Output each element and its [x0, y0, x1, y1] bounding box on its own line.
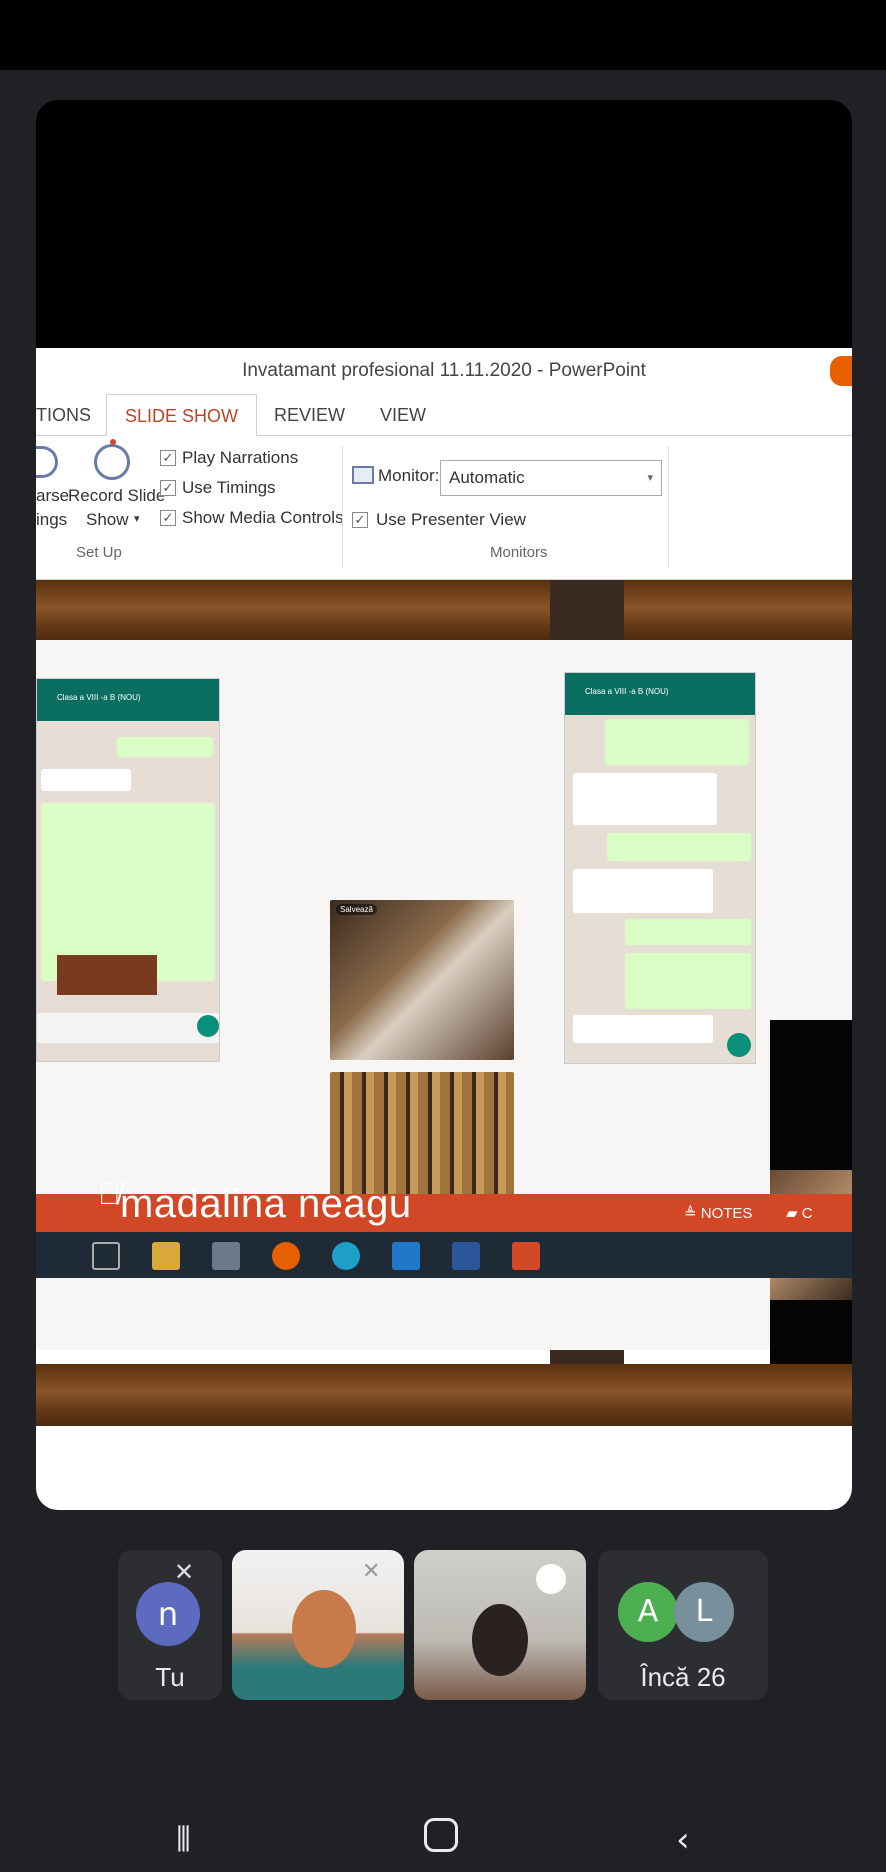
file-explorer-icon[interactable]	[152, 1242, 180, 1270]
more-participants-tile[interactable]: A L Încă 26	[598, 1550, 768, 1700]
tab-view[interactable]: VIEW	[380, 394, 426, 436]
use-timings-label: Use Timings	[182, 478, 276, 497]
use-timings-checkbox[interactable]: ✓	[160, 480, 176, 496]
whatsapp-screenshot-left: Clasa a VIII -a B (NOU)	[36, 678, 220, 1062]
whatsapp-screenshot-right: Clasa a VIII -a B (NOU)	[564, 672, 756, 1064]
record-show-label[interactable]: Show	[86, 510, 129, 530]
presenter-view-label: Use Presenter View	[376, 510, 526, 529]
tab-review[interactable]: REVIEW	[274, 394, 345, 436]
avatar-l: L	[674, 1582, 734, 1642]
stopwatch-icon	[36, 446, 58, 478]
wood-beam-bottom	[36, 1364, 852, 1426]
task-view-icon[interactable]	[92, 1242, 120, 1270]
play-narrations-label: Play Narrations	[182, 448, 299, 467]
chat-bubble	[607, 833, 751, 861]
chat-input	[37, 1013, 219, 1043]
audio-level-icon	[536, 1564, 566, 1594]
chat-bubble	[625, 919, 751, 945]
group-separator-2	[668, 446, 669, 568]
chat-image	[57, 955, 157, 995]
powerpoint-window: Invatamant profesional 11.11.2020 - Powe…	[36, 348, 852, 1510]
self-label: Tu	[155, 1662, 185, 1692]
show-media-controls-label: Show Media Controls	[182, 508, 344, 527]
presenter-name: madalina neagu	[120, 1182, 412, 1226]
chat-bubble	[625, 953, 751, 1009]
monitor-value: Automatic	[449, 468, 525, 487]
store-icon[interactable]	[212, 1242, 240, 1270]
record-caret-icon: ▾	[134, 513, 140, 525]
group-separator	[342, 446, 343, 568]
chat-bubble	[573, 1015, 713, 1043]
presenter-view-checkbox[interactable]: ✓	[352, 512, 368, 528]
edge-icon[interactable]	[332, 1242, 360, 1270]
status-bar	[0, 0, 886, 70]
chat-header: Clasa a VIII -a B (NOU)	[565, 673, 755, 715]
tab-slide-show[interactable]: SLIDE SHOW	[106, 394, 258, 437]
chat-bubble	[41, 769, 131, 791]
mic-send-icon	[727, 1033, 751, 1057]
rehearse-label-1[interactable]: arse	[36, 486, 69, 506]
notes-button[interactable]: ≜ NOTES	[684, 1204, 752, 1222]
show-media-controls-checkbox[interactable]: ✓	[160, 510, 176, 526]
participant-face	[292, 1590, 356, 1668]
chat-bubble	[573, 869, 713, 913]
mic-off-icon: ✕	[362, 1558, 381, 1583]
word-icon[interactable]	[452, 1242, 480, 1270]
chat-bubble	[605, 719, 749, 765]
more-label: Încă 26	[640, 1662, 726, 1692]
ribbon-tabs: TIONS SLIDE SHOW REVIEW VIEW	[36, 394, 852, 437]
windows-taskbar	[36, 1232, 852, 1278]
mail-icon[interactable]	[392, 1242, 420, 1270]
rehearse-label-2[interactable]: ings	[36, 510, 67, 530]
wood-beam-top	[36, 580, 852, 642]
chat-bubble	[117, 737, 213, 757]
save-badge: Salvează	[336, 904, 377, 915]
comments-button[interactable]: ▰ C	[786, 1204, 813, 1222]
back-icon[interactable]: ‹	[676, 1820, 690, 1860]
comments-icon: ▰	[786, 1205, 802, 1222]
monitor-label: Monitor:	[378, 466, 440, 485]
monitor-icon	[352, 466, 374, 484]
record-stopwatch-icon	[94, 439, 130, 480]
participant-video-1[interactable]: ✕	[232, 1550, 404, 1700]
home-icon[interactable]	[424, 1818, 458, 1852]
mic-off-icon: 🎙̸	[98, 1178, 121, 1211]
tools-photo: Salvează	[330, 900, 514, 1060]
record-slide-label[interactable]: Record Slide	[68, 486, 165, 506]
notes-icon: ≜	[684, 1205, 701, 1222]
self-tile[interactable]: n ✕ Tu	[118, 1550, 222, 1700]
firefox-icon	[830, 356, 852, 386]
slide-canvas: Clasa a VIII -a B (NOU) Clasa a VIII -a …	[36, 580, 852, 1426]
window-title: Invatamant profesional 11.11.2020 - Powe…	[242, 360, 646, 381]
tab-animations[interactable]: TIONS	[36, 394, 91, 436]
mic-off-icon: ✕	[174, 1559, 195, 1586]
chevron-down-icon: ▾	[647, 472, 653, 484]
presentation-stream[interactable]: Invatamant profesional 11.11.2020 - Powe…	[36, 100, 852, 1510]
powerpoint-icon[interactable]	[512, 1242, 540, 1270]
participant-video-2[interactable]	[414, 1550, 586, 1700]
ribbon-panel: arse ings Record Slide Show ▾ ✓ Play Nar…	[36, 436, 852, 580]
monitor-dropdown[interactable]: Automatic ▾	[440, 460, 662, 496]
participant-face	[472, 1604, 528, 1676]
avatar-a: A	[618, 1582, 678, 1642]
mic-send-icon	[197, 1015, 219, 1037]
chat-bubble	[573, 773, 717, 825]
group-monitors-label: Monitors	[490, 544, 548, 561]
chat-header: Clasa a VIII -a B (NOU)	[37, 679, 219, 721]
self-avatar: n	[136, 1582, 200, 1646]
play-narrations-checkbox[interactable]: ✓	[160, 450, 176, 466]
group-setup-label: Set Up	[76, 544, 122, 561]
firefox-taskbar-icon[interactable]	[272, 1242, 300, 1270]
recents-icon[interactable]: ⦀	[176, 1820, 191, 1860]
